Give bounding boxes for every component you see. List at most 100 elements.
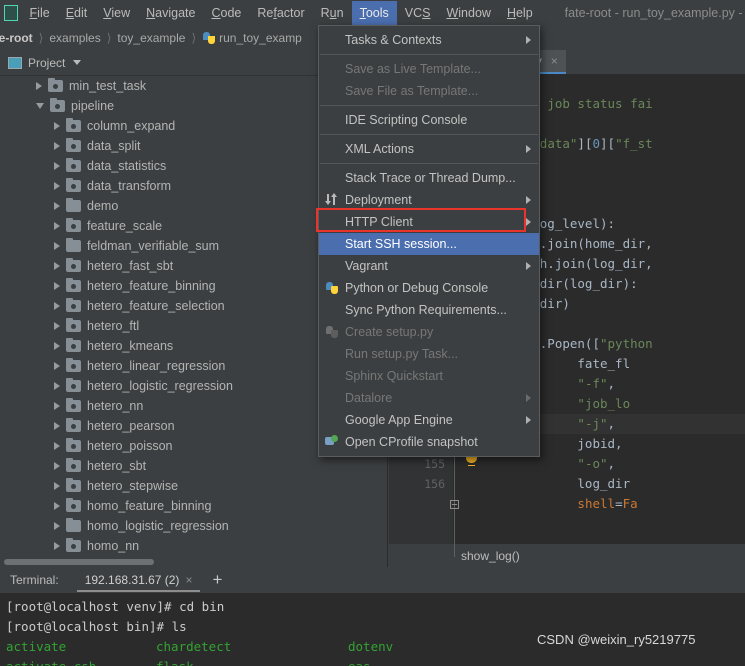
- chevron-right-icon[interactable]: [54, 202, 60, 210]
- tree-item-label: hetero_poisson: [87, 439, 173, 453]
- menu-item-label: XML Actions: [345, 142, 415, 156]
- menu-navigate[interactable]: Navigate: [138, 1, 203, 25]
- chevron-right-icon[interactable]: [54, 462, 60, 470]
- menu-item-label: Open CProfile snapshot: [345, 435, 478, 449]
- terminal-tab[interactable]: 192.168.31.67 (2) ×: [76, 569, 201, 592]
- chevron-right-icon[interactable]: [36, 82, 42, 90]
- chevron-right-icon[interactable]: [54, 482, 60, 490]
- chevron-right-icon[interactable]: [54, 182, 60, 190]
- new-terminal-tab-button[interactable]: +: [212, 571, 222, 588]
- terminal-file-entry: activate: [6, 639, 67, 654]
- chevron-right-icon[interactable]: [54, 302, 60, 310]
- tree-item-label: homo_logistic_regression: [87, 519, 229, 533]
- menu-separator: [320, 54, 538, 55]
- tree-item-label: feldman_verifiable_sum: [87, 239, 220, 253]
- menu-view[interactable]: View: [95, 1, 138, 25]
- chevron-right-icon[interactable]: [54, 322, 60, 330]
- breadcrumb-item-root[interactable]: ate-root: [0, 31, 33, 45]
- chevron-right-icon[interactable]: [54, 162, 60, 170]
- tree-item[interactable]: homo_feature_binning: [0, 496, 388, 516]
- menu-item-python-or-debug-console[interactable]: Python or Debug Console: [319, 277, 539, 299]
- chevron-right-icon[interactable]: [54, 382, 60, 390]
- menu-run[interactable]: Run: [313, 1, 352, 25]
- menu-item-sync-python-requirements[interactable]: Sync Python Requirements...: [319, 299, 539, 321]
- editor-bottom-breadcrumb-label[interactable]: show_log(): [461, 549, 520, 563]
- menu-tools[interactable]: Tools: [351, 0, 397, 25]
- menu-item-stack-trace-or-thread-dump[interactable]: Stack Trace or Thread Dump...: [319, 167, 539, 189]
- menu-item-label: Stack Trace or Thread Dump...: [345, 171, 516, 185]
- menu-item-label: Google App Engine: [345, 413, 453, 427]
- folder-icon: [66, 517, 81, 532]
- chevron-right-icon[interactable]: [54, 242, 60, 250]
- menu-item-ide-scripting-console[interactable]: IDE Scripting Console: [319, 109, 539, 131]
- terminal-header: Terminal: 192.168.31.67 (2) × +: [0, 567, 745, 593]
- folder-icon: [66, 117, 81, 132]
- terminal-output[interactable]: [root@localhost venv]# cd bin [root@local…: [0, 593, 745, 666]
- chevron-right-icon[interactable]: [54, 442, 60, 450]
- chevron-right-icon[interactable]: [54, 142, 60, 150]
- chevron-right-icon[interactable]: [54, 222, 60, 230]
- chevron-down-icon[interactable]: [36, 103, 44, 109]
- tree-item-label: column_expand: [87, 119, 176, 133]
- terminal-label: Terminal:: [10, 573, 59, 587]
- menu-item-label: Run setup.py Task...: [345, 347, 459, 361]
- chevron-right-icon[interactable]: [54, 422, 60, 430]
- tree-item[interactable]: hetero_sbt: [0, 456, 388, 476]
- menu-item-xml-actions[interactable]: XML Actions: [319, 138, 539, 160]
- chevron-right-icon[interactable]: [54, 542, 60, 550]
- python-icon: [325, 280, 341, 296]
- menu-item-http-client[interactable]: HTTP Client: [319, 211, 539, 233]
- cprofile-icon: [325, 434, 341, 450]
- breadcrumb-item-examples[interactable]: examples: [49, 31, 100, 45]
- menu-edit[interactable]: Edit: [58, 1, 96, 25]
- tree-item-label: hetero_fast_sbt: [87, 259, 174, 273]
- menu-file[interactable]: File: [22, 1, 58, 25]
- menu-item-label: Tasks & Contexts: [345, 33, 442, 47]
- breadcrumb-item-toy-example[interactable]: toy_example: [117, 31, 185, 45]
- menu-code[interactable]: Code: [203, 1, 249, 25]
- menu-help[interactable]: Help: [499, 1, 541, 25]
- menu-item-no-icon: [325, 170, 341, 186]
- tree-item-label: data_split: [87, 139, 141, 153]
- menu-item-label: Deployment: [345, 193, 412, 207]
- terminal-line: activate.cshflaskeas: [6, 657, 739, 666]
- tree-item[interactable]: homo_logistic_regression: [0, 516, 388, 536]
- menu-window[interactable]: Window: [438, 1, 498, 25]
- chevron-right-icon[interactable]: [54, 342, 60, 350]
- menu-item-no-icon: [325, 412, 341, 428]
- menu-item-google-app-engine[interactable]: Google App Engine: [319, 409, 539, 431]
- tools-dropdown-menu[interactable]: Tasks & Contexts Save as Live Template...…: [318, 25, 540, 457]
- menu-item-start-ssh-session[interactable]: Start SSH session...: [319, 233, 539, 255]
- chevron-right-icon[interactable]: [54, 282, 60, 290]
- tree-item-label: data_transform: [87, 179, 172, 193]
- chevron-down-icon[interactable]: [73, 60, 82, 65]
- folder-icon: [66, 457, 81, 472]
- breadcrumb-item-file[interactable]: run_toy_examp: [219, 31, 302, 45]
- tree-horizontal-scrollbar[interactable]: [4, 559, 154, 565]
- tree-item[interactable]: hetero_stepwise: [0, 476, 388, 496]
- menu-item-open-cprofile-snapshot[interactable]: Open CProfile snapshot: [319, 431, 539, 453]
- close-icon[interactable]: ×: [185, 573, 192, 587]
- chevron-right-icon[interactable]: [54, 262, 60, 270]
- tree-item[interactable]: homo_nn: [0, 536, 388, 556]
- close-icon[interactable]: ×: [551, 54, 558, 68]
- fold-collapse-icon[interactable]: [450, 500, 459, 509]
- chevron-right-icon[interactable]: [54, 362, 60, 370]
- menu-item-vagrant[interactable]: Vagrant: [319, 255, 539, 277]
- menu-vcs[interactable]: VCS: [397, 1, 439, 25]
- pycharm-window: File Edit View Navigate Code Refactor Ru…: [0, 0, 745, 666]
- menu-refactor[interactable]: Refactor: [249, 1, 312, 25]
- code-line: "-o",: [577, 456, 616, 471]
- tree-item-label: data_statistics: [87, 159, 167, 173]
- chevron-right-icon[interactable]: [54, 522, 60, 530]
- chevron-right-icon[interactable]: [54, 402, 60, 410]
- folder-icon: [66, 297, 81, 312]
- line-number: 156: [424, 477, 445, 491]
- menu-item-tasks-contexts[interactable]: Tasks & Contexts: [319, 29, 539, 51]
- menu-item-label: Sphinx Quickstart: [345, 369, 443, 383]
- menu-item-label: Sync Python Requirements...: [345, 303, 507, 317]
- chevron-right-icon[interactable]: [54, 502, 60, 510]
- chevron-right-icon[interactable]: [54, 122, 60, 130]
- menu-item-sphinx-quickstart: Sphinx Quickstart: [319, 365, 539, 387]
- menu-item-deployment[interactable]: Deployment: [319, 189, 539, 211]
